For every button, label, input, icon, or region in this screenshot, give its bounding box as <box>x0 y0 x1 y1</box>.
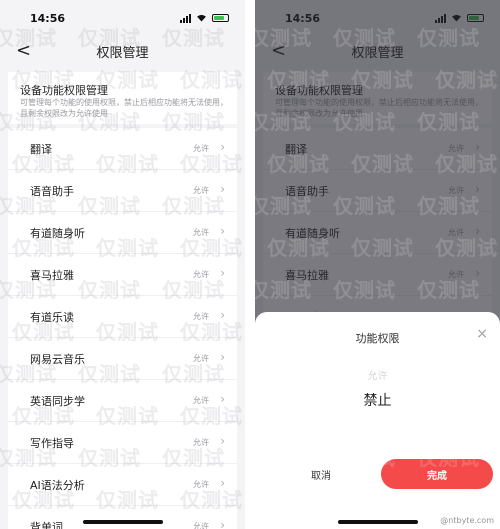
app-name: 喜马拉雅 <box>30 269 74 282</box>
chevron-right-icon: › <box>220 224 225 238</box>
picker-option-allow[interactable]: 允许 <box>255 367 500 382</box>
picker-option-deny[interactable]: 禁止 <box>255 390 500 410</box>
app-permission-row[interactable]: 背单词 允许 › <box>8 506 237 529</box>
status-time: 14:56 <box>30 11 66 25</box>
section-description: 可管理每个功能的使用权限，禁止后相应功能将无法使用，且剩余权限改为允许使用 <box>20 98 228 118</box>
app-name: 翻译 <box>30 143 52 156</box>
app-name: 网易云音乐 <box>30 353 85 366</box>
app-permission-row[interactable]: 英语同步学 允许 › <box>8 380 237 422</box>
signal-icon <box>180 13 191 23</box>
app-name: AI语法分析 <box>30 479 85 492</box>
chevron-right-icon: › <box>220 434 225 448</box>
permission-list-screen: 14:56 < 权限管理 设备功能权限管理 可管理每个功能的使用权限，禁止后相应… <box>0 0 245 529</box>
chevron-right-icon: › <box>220 308 225 322</box>
permission-status: 允许 <box>193 396 209 405</box>
app-permission-row[interactable]: 喜马拉雅 允许 › <box>8 254 237 296</box>
watermark-credit: @ntbyte.com <box>440 516 494 525</box>
permission-status: 允许 <box>193 186 209 195</box>
app-permission-list: 翻译允许›语音助手允许›有道随身听允许›喜马拉雅允许›有道乐读允许›网易云音乐允… <box>8 128 237 529</box>
permission-status: 允许 <box>193 438 209 447</box>
cancel-button[interactable]: 取消 <box>273 459 369 489</box>
chevron-right-icon: › <box>220 140 225 154</box>
chevron-right-icon: › <box>220 182 225 196</box>
permission-status: 允许 <box>193 480 209 489</box>
app-permission-row[interactable]: 翻译 允许 › <box>8 128 237 170</box>
app-name: 写作指导 <box>30 437 74 450</box>
page-title: 权限管理 <box>96 45 149 61</box>
permission-status: 允许 <box>193 312 209 321</box>
close-icon[interactable]: × <box>476 326 488 342</box>
permission-status: 允许 <box>193 354 209 363</box>
chevron-right-icon: › <box>220 392 225 406</box>
permission-bottom-sheet: 功能权限 × 允许 禁止 取消 完成 <box>255 312 500 529</box>
chevron-right-icon: › <box>220 266 225 280</box>
home-indicator <box>82 520 163 524</box>
permission-status: 允许 <box>193 270 209 279</box>
battery-icon <box>212 14 229 22</box>
section-header: 设备功能权限管理 可管理每个功能的使用权限，禁止后相应功能将无法使用，且剩余权限… <box>8 72 237 124</box>
status-bar: 14:56 <box>0 0 245 36</box>
section-title: 设备功能权限管理 <box>20 84 108 97</box>
app-permission-row[interactable]: 有道乐读 允许 › <box>8 296 237 338</box>
app-name: 语音助手 <box>30 185 74 198</box>
sheet-title: 功能权限 <box>355 332 400 345</box>
nav-bar: < 权限管理 <box>0 36 245 66</box>
app-name: 有道随身听 <box>30 227 85 240</box>
confirm-button[interactable]: 完成 <box>381 459 493 489</box>
wifi-icon <box>197 14 206 22</box>
app-permission-row[interactable]: AI语法分析 允许 › <box>8 464 237 506</box>
app-permission-row[interactable]: 网易云音乐 允许 › <box>8 338 237 380</box>
permission-sheet-screen: 14:56 < 权限管理 设备功能权限管理 可管理每个功能的使用权限，禁止后相应… <box>255 0 500 529</box>
chevron-right-icon: › <box>220 518 225 529</box>
app-name: 有道乐读 <box>30 311 74 324</box>
chevron-right-icon: › <box>220 476 225 490</box>
app-name: 背单词 <box>30 521 63 529</box>
app-name: 英语同步学 <box>30 395 85 408</box>
chevron-right-icon: › <box>220 350 225 364</box>
permission-status: 允许 <box>193 522 209 529</box>
app-permission-row[interactable]: 有道随身听 允许 › <box>8 212 237 254</box>
home-indicator <box>337 520 418 524</box>
app-permission-row[interactable]: 语音助手 允许 › <box>8 170 237 212</box>
app-permission-row[interactable]: 写作指导 允许 › <box>8 422 237 464</box>
permission-status: 允许 <box>193 144 209 153</box>
permission-status: 允许 <box>193 228 209 237</box>
back-chevron-icon[interactable]: < <box>16 42 31 60</box>
